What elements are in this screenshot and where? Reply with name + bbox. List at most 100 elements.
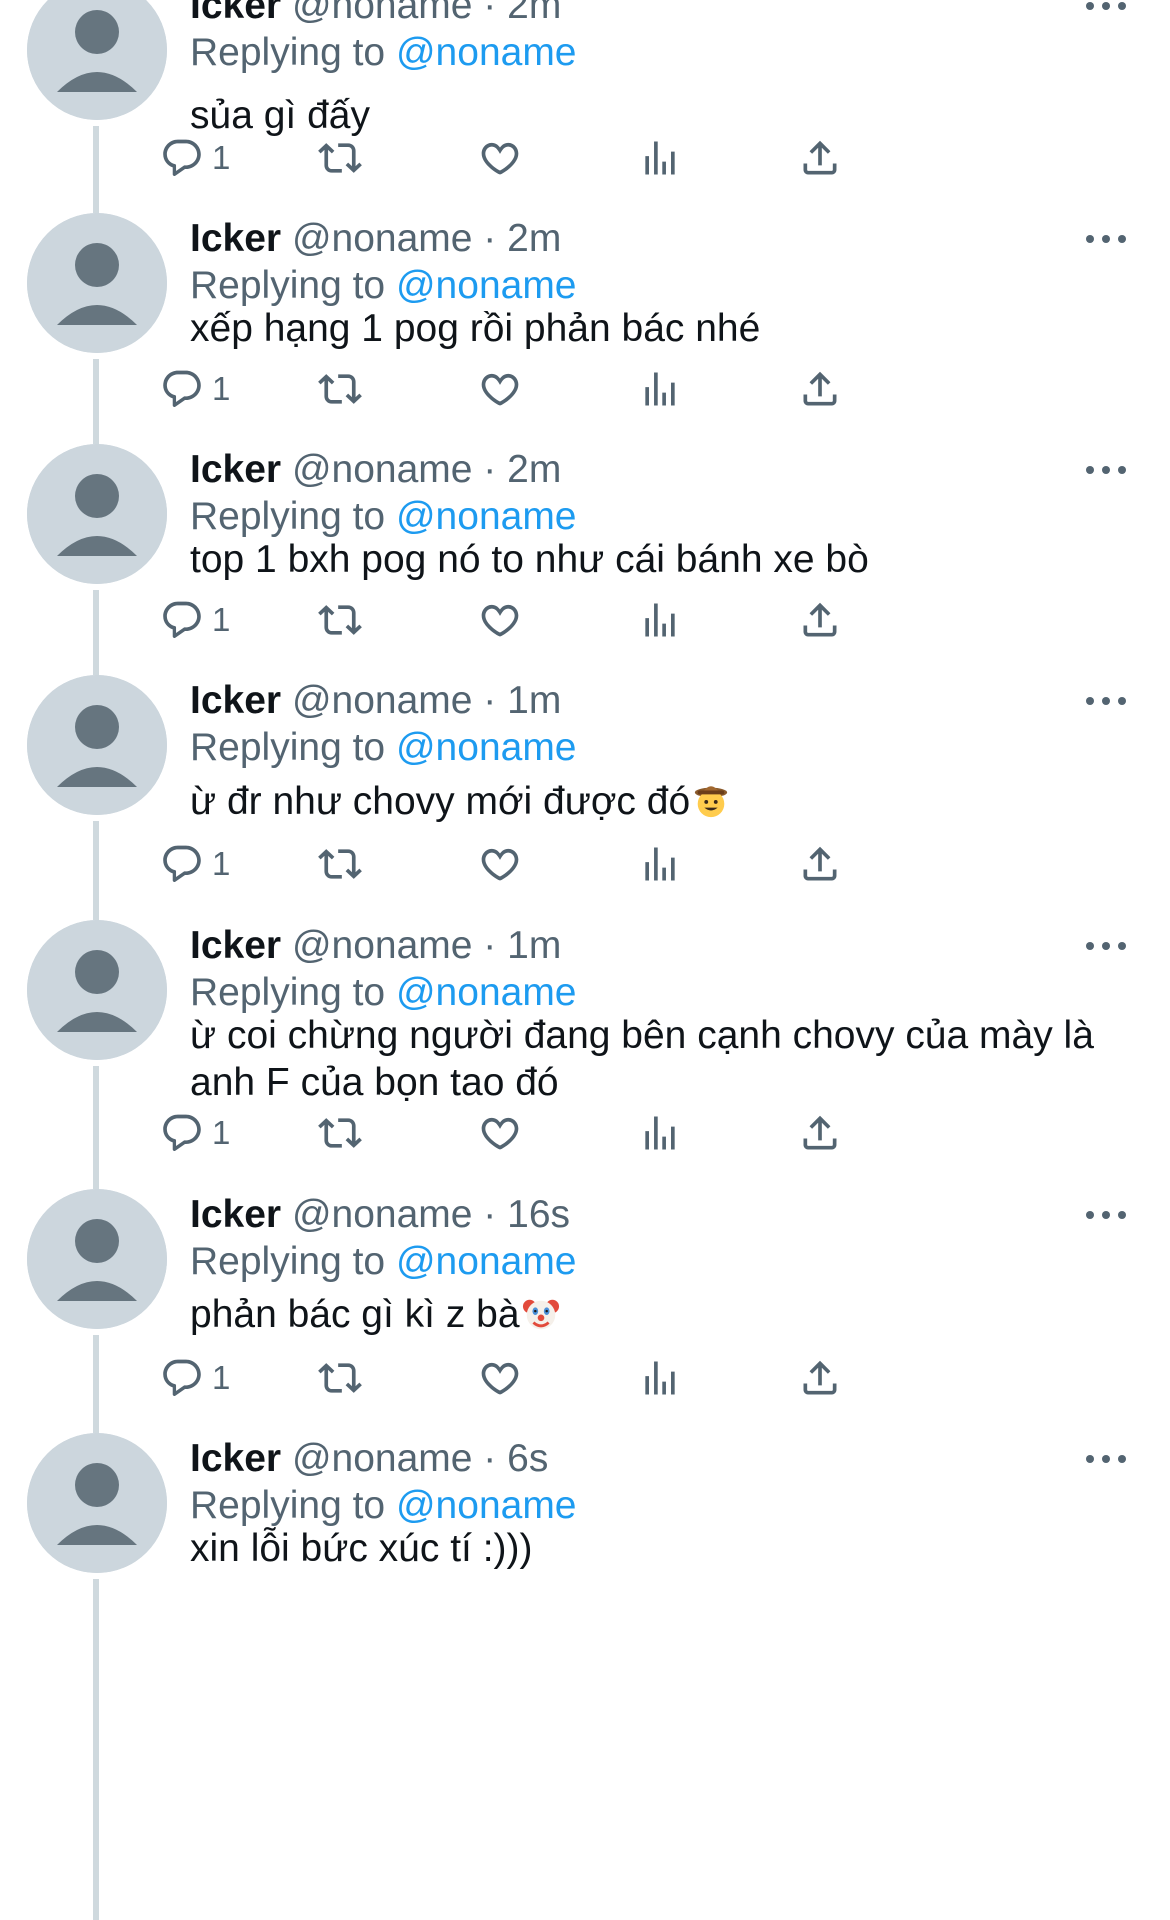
thread-line xyxy=(93,1066,99,1167)
reply-button[interactable]: 1 xyxy=(160,361,230,417)
share-button[interactable] xyxy=(798,836,842,892)
views-icon xyxy=(638,1111,682,1155)
timestamp[interactable]: 2m xyxy=(507,0,561,27)
tweet-header: Icker @noname · 16s xyxy=(190,1189,570,1241)
retweet-button[interactable] xyxy=(318,1350,362,1406)
user-handle[interactable]: @noname xyxy=(292,448,473,491)
mention-link[interactable]: @noname xyxy=(396,971,577,1014)
display-name[interactable]: Icker xyxy=(190,1193,281,1236)
tweet[interactable]: Icker @noname · 6s Replying to @noname xin… xyxy=(0,1410,1170,1920)
views-button[interactable] xyxy=(638,592,682,648)
more-dot xyxy=(1118,697,1126,705)
views-button[interactable] xyxy=(638,836,682,892)
display-name[interactable]: Icker xyxy=(190,1437,281,1480)
more-icon[interactable] xyxy=(1086,675,1126,727)
user-handle[interactable]: @noname xyxy=(292,217,473,260)
thread-line xyxy=(93,821,99,898)
retweet-button[interactable] xyxy=(318,130,362,186)
user-handle[interactable]: @noname xyxy=(292,1193,473,1236)
mention-link[interactable]: @noname xyxy=(396,726,577,769)
timestamp[interactable]: 2m xyxy=(507,448,561,491)
user-handle[interactable]: @noname xyxy=(292,679,473,722)
user-handle[interactable]: @noname xyxy=(292,0,473,27)
avatar[interactable] xyxy=(27,0,167,120)
retweet-button[interactable] xyxy=(318,1105,362,1161)
avatar[interactable] xyxy=(27,444,167,584)
tweet[interactable]: Icker @noname · 2m Replying to @noname sủa… xyxy=(0,0,1170,190)
retweet-button[interactable] xyxy=(318,361,362,417)
like-button[interactable] xyxy=(478,592,522,648)
like-button[interactable] xyxy=(478,836,522,892)
tweet[interactable]: Icker @noname · 16s Replying to @noname ph… xyxy=(0,1166,1170,1412)
tweet-text: ừ coi chừng người đang bên cạnh chovy củ… xyxy=(190,1012,1120,1106)
display-name[interactable]: Icker xyxy=(190,924,281,967)
tweet[interactable]: Icker @noname · 1m Replying to @noname ừ c… xyxy=(0,897,1170,1167)
tweet-text: top 1 bxh pog nó to như cái bánh xe bò xyxy=(190,536,1120,583)
avatar[interactable] xyxy=(27,1189,167,1329)
tweet[interactable]: Icker @noname · 2m Replying to @noname xếp… xyxy=(0,190,1170,423)
timestamp[interactable]: 6s xyxy=(507,1437,548,1480)
views-button[interactable] xyxy=(638,1105,682,1161)
avatar[interactable] xyxy=(27,920,167,1060)
retweet-button[interactable] xyxy=(318,836,362,892)
timestamp[interactable]: 1m xyxy=(507,924,561,967)
like-button[interactable] xyxy=(478,361,522,417)
avatar[interactable] xyxy=(27,213,167,353)
tweet-text-content: xin lỗi bức xúc tí :))) xyxy=(190,1527,533,1570)
mention-link[interactable]: @noname xyxy=(396,495,577,538)
reply-button[interactable]: 1 xyxy=(160,1105,230,1161)
avatar[interactable] xyxy=(27,1433,167,1573)
user-handle[interactable]: @noname xyxy=(292,924,473,967)
more-icon[interactable] xyxy=(1086,1433,1126,1485)
more-icon[interactable] xyxy=(1086,1189,1126,1241)
display-name[interactable]: Icker xyxy=(190,679,281,722)
mention-link[interactable]: @noname xyxy=(396,31,577,74)
tweet[interactable]: Icker @noname · 2m Replying to @noname top… xyxy=(0,421,1170,654)
views-button[interactable] xyxy=(638,130,682,186)
display-name[interactable]: Icker xyxy=(190,217,281,260)
share-icon xyxy=(798,367,842,411)
tweet[interactable]: Icker @noname · 1m Replying to @noname ừ đ… xyxy=(0,652,1170,898)
avatar[interactable] xyxy=(27,675,167,815)
reply-button[interactable]: 1 xyxy=(160,836,230,892)
like-button[interactable] xyxy=(478,1105,522,1161)
reply-button[interactable]: 1 xyxy=(160,1350,230,1406)
more-icon[interactable] xyxy=(1086,444,1126,496)
replying-label: Replying to xyxy=(190,264,386,307)
share-button[interactable] xyxy=(798,361,842,417)
thread-line xyxy=(93,1335,99,1412)
thread-line xyxy=(93,126,99,190)
share-button[interactable] xyxy=(798,592,842,648)
like-button[interactable] xyxy=(478,1350,522,1406)
display-name[interactable]: Icker xyxy=(190,0,281,27)
share-button[interactable] xyxy=(798,130,842,186)
share-button[interactable] xyxy=(798,1350,842,1406)
more-icon[interactable] xyxy=(1086,0,1126,32)
mention-link[interactable]: @noname xyxy=(396,1484,577,1527)
mention-link[interactable]: @noname xyxy=(396,264,577,307)
timestamp[interactable]: 2m xyxy=(507,217,561,260)
more-icon[interactable] xyxy=(1086,920,1126,972)
display-name[interactable]: Icker xyxy=(190,448,281,491)
mention-link[interactable]: @noname xyxy=(396,1240,577,1283)
thread-line xyxy=(93,421,99,444)
share-button[interactable] xyxy=(798,1105,842,1161)
timestamp[interactable]: 16s xyxy=(507,1193,570,1236)
views-button[interactable] xyxy=(638,1350,682,1406)
more-icon[interactable] xyxy=(1086,213,1126,265)
user-handle[interactable]: @noname xyxy=(292,1437,473,1480)
views-button[interactable] xyxy=(638,361,682,417)
more-dot xyxy=(1118,2,1126,10)
reply-button[interactable]: 1 xyxy=(160,130,230,186)
timestamp[interactable]: 1m xyxy=(507,679,561,722)
reply-button[interactable]: 1 xyxy=(160,592,230,648)
like-button[interactable] xyxy=(478,130,522,186)
replying-label: Replying to xyxy=(190,495,386,538)
retweet-button[interactable] xyxy=(318,592,362,648)
reply-icon xyxy=(160,842,204,886)
